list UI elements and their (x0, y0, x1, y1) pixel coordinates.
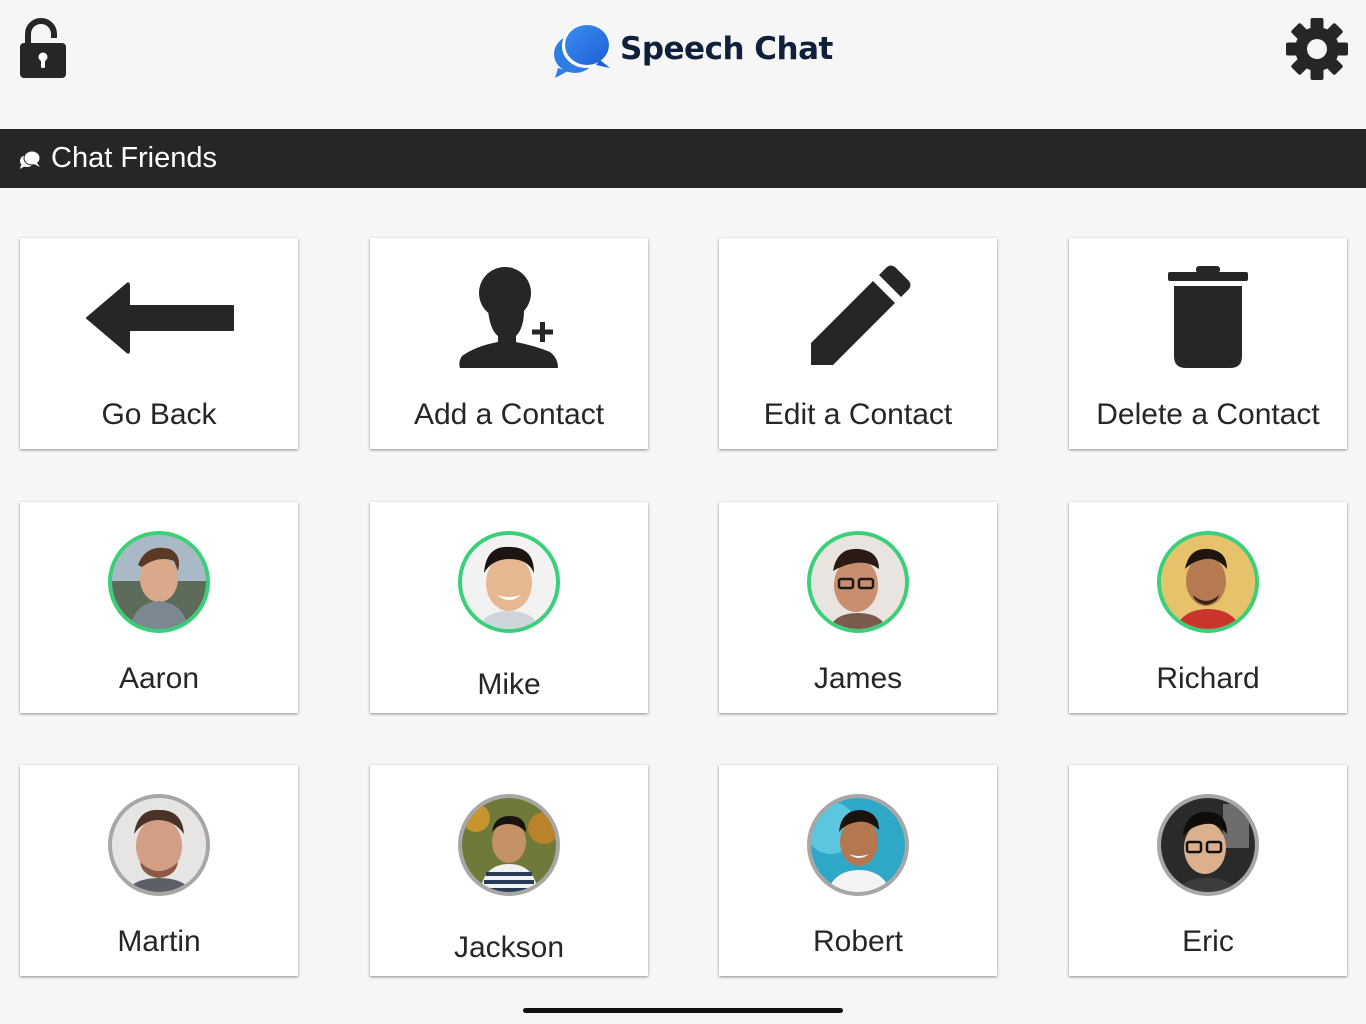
top-bar: Speech Chat (0, 0, 1366, 129)
contact-name: Mike (477, 668, 541, 701)
contact-name: Robert (812, 925, 904, 958)
avatar-photo (1161, 798, 1255, 892)
contact-tile-eric[interactable]: Eric (1069, 765, 1347, 976)
avatar-photo (811, 535, 905, 629)
home-indicator[interactable] (523, 1008, 843, 1013)
contact-name: Aaron (118, 662, 200, 695)
chat-bubbles-icon (20, 150, 41, 169)
contact-tile-jackson[interactable]: Jackson (370, 765, 648, 976)
gear-icon (1286, 18, 1348, 80)
delete-contact-button[interactable]: Delete a Contact (1069, 238, 1347, 449)
trash-icon (1168, 266, 1248, 368)
edit-contact-button[interactable]: Edit a Contact (719, 238, 997, 449)
unlock-icon (20, 18, 66, 78)
pencil-icon (811, 265, 911, 365)
go-back-label: Go Back (101, 398, 217, 431)
section-header: Chat Friends (0, 129, 1366, 188)
edit-contact-label: Edit a Contact (763, 398, 953, 431)
avatar (108, 531, 210, 633)
delete-contact-label: Delete a Contact (1096, 398, 1320, 431)
contact-name: James (813, 662, 903, 695)
contact-tile-robert[interactable]: Robert (719, 765, 997, 976)
avatar-photo (462, 535, 556, 629)
add-person-icon (459, 267, 558, 368)
contact-tile-richard[interactable]: Richard (1069, 502, 1347, 713)
avatar (1157, 794, 1259, 896)
app-logo: Speech Chat (552, 18, 833, 80)
avatar (458, 531, 560, 633)
contact-tile-mike[interactable]: Mike (370, 502, 648, 713)
contact-name: Eric (1182, 925, 1234, 958)
contact-tile-martin[interactable]: Martin (20, 765, 298, 976)
contact-name: Jackson (453, 931, 565, 964)
contact-tile-james[interactable]: James (719, 502, 997, 713)
avatar-photo (811, 798, 905, 892)
avatar-photo (462, 798, 556, 892)
contact-tile-aaron[interactable]: Aaron (20, 502, 298, 713)
avatar (807, 531, 909, 633)
avatar-photo (1161, 535, 1255, 629)
go-back-button[interactable]: Go Back (20, 238, 298, 449)
lock-button[interactable] (14, 16, 72, 82)
avatar-photo (112, 535, 206, 629)
contact-name: Martin (117, 925, 201, 958)
avatar (458, 794, 560, 896)
app-title: Speech Chat (620, 31, 833, 67)
contact-name: Richard (1156, 662, 1260, 695)
avatar (108, 794, 210, 896)
add-contact-label: Add a Contact (413, 398, 605, 431)
settings-button[interactable] (1284, 16, 1350, 82)
speech-bubbles-logo-icon (554, 24, 610, 78)
section-title: Chat Friends (51, 142, 218, 174)
avatar (807, 794, 909, 896)
avatar (1157, 531, 1259, 633)
arrow-left-icon (86, 282, 234, 354)
avatar-photo (112, 798, 206, 892)
add-contact-button[interactable]: Add a Contact (370, 238, 648, 449)
